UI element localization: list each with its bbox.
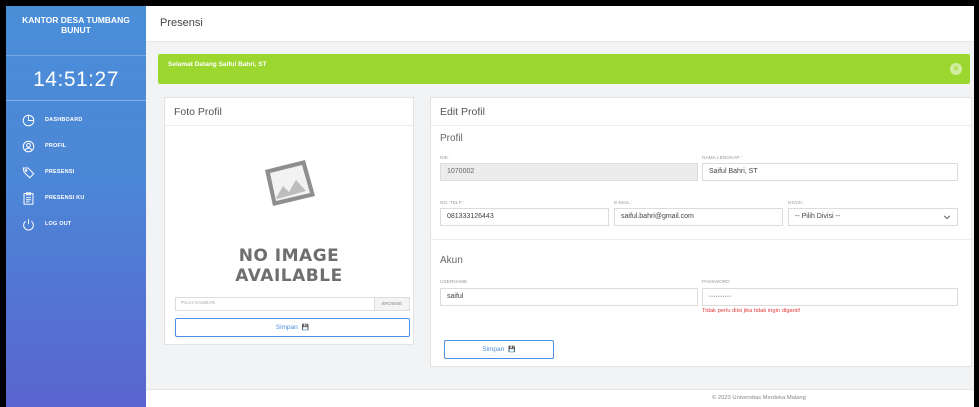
welcome-alert: Selamat Datang Saiful Bahri, ST × — [158, 54, 970, 84]
user-icon — [22, 140, 35, 153]
footer: © 2023 Universitas Merdeka Malang — [146, 389, 974, 407]
sidebar-item-label: PROFIL — [45, 143, 67, 149]
tag-icon — [22, 166, 35, 179]
telp-label: NO. TELP : — [440, 201, 465, 206]
email-field[interactable]: saiful.bahri@gmail.com — [614, 208, 783, 226]
photo-card: Foto Profil NO IMAGE AVAILABLE PILIH GAM… — [164, 97, 414, 345]
no-image-text: NO IMAGE — [238, 246, 340, 266]
sidebar-item-dashboard[interactable]: DASHBOARD — [6, 107, 146, 133]
nama-label: NAMA LENGKAP : — [702, 156, 743, 161]
image-icon — [265, 157, 315, 206]
save-photo-label: Simpan — [275, 324, 298, 331]
edit-card-title: Edit Profil — [431, 98, 971, 126]
chevron-down-icon — [943, 215, 951, 220]
browse-button[interactable]: BROWSE — [374, 298, 409, 310]
sidebar-item-logout[interactable]: LOG OUT — [6, 211, 146, 237]
divisi-selected: -- Pilih Divisi -- — [795, 213, 841, 220]
pie-chart-icon — [22, 114, 35, 127]
nama-field[interactable]: Saiful Bahri, ST — [702, 163, 958, 181]
save-profile-button[interactable]: Simpan 💾 — [444, 340, 554, 359]
close-icon[interactable]: × — [950, 63, 962, 75]
brand-line-1: KANTOR DESA TUMBANG — [22, 15, 130, 25]
profil-heading: Profil — [440, 133, 463, 144]
divisi-label: DIVISI : — [788, 201, 805, 206]
photo-card-title: Foto Profil — [165, 98, 413, 126]
app-window: KANTOR DESA TUMBANG BUNUT 14:51:27 DASHB… — [6, 6, 974, 407]
password-hint: Tidak perlu diisi jika tidak ingin digan… — [702, 308, 801, 314]
footer-copyright: © 2023 Universitas Merdeka Malang — [712, 395, 806, 401]
alert-message: Selamat Datang Saiful Bahri, ST — [168, 61, 267, 68]
sidebar-item-label: DASHBOARD — [45, 117, 83, 123]
save-profile-label: Simpan — [482, 346, 505, 353]
file-picker[interactable]: PILIH GAMBAR BROWSE — [175, 297, 410, 311]
telp-field[interactable]: 081333126443 — [440, 208, 609, 226]
sidebar-item-profil[interactable]: PROFIL — [6, 133, 146, 159]
floppy-icon: 💾 — [508, 347, 516, 353]
page-title: Presensi — [160, 17, 203, 29]
password-label: PASSWORD — [702, 280, 730, 285]
sidebar-divider — [6, 100, 146, 101]
divisi-select[interactable]: -- Pilih Divisi -- — [788, 208, 958, 226]
section-divider — [431, 239, 971, 240]
sidebar-item-label: PRESENSI — [45, 169, 75, 175]
power-icon — [22, 218, 35, 231]
sidebar: KANTOR DESA TUMBANG BUNUT 14:51:27 DASHB… — [6, 6, 146, 407]
clipboard-icon — [22, 191, 35, 205]
main-content: Selamat Datang Saiful Bahri, ST × Foto P… — [146, 42, 974, 407]
top-bar: Presensi — [146, 6, 974, 42]
floppy-icon: 💾 — [301, 325, 310, 331]
sidebar-brand: KANTOR DESA TUMBANG BUNUT — [6, 6, 146, 56]
email-label: E-MAIL : — [614, 201, 633, 206]
edit-profile-card: Edit Profil Profil NIK : 1070002 NAMA LE… — [430, 97, 972, 367]
username-field[interactable]: saiful — [440, 288, 698, 306]
no-image-placeholder: NO IMAGE AVAILABLE — [165, 126, 413, 296]
username-label: USERNAME — [440, 280, 468, 285]
brand-line-2: BUNUT — [61, 25, 91, 35]
file-input[interactable]: PILIH GAMBAR — [176, 298, 374, 310]
sidebar-item-presensi-ku[interactable]: PRESENSI KU — [6, 185, 146, 211]
password-field[interactable]: •••••••••• — [702, 288, 958, 306]
nik-field[interactable]: 1070002 — [440, 163, 698, 181]
clock-display: 14:51:27 — [33, 68, 119, 91]
sidebar-item-presensi[interactable]: PRESENSI — [6, 159, 146, 185]
available-text: AVAILABLE — [235, 266, 343, 286]
akun-heading: Akun — [440, 255, 463, 266]
sidebar-item-label: PRESENSI KU — [45, 195, 85, 201]
nik-label: NIK : — [440, 156, 451, 161]
save-photo-button[interactable]: Simpan 💾 — [175, 318, 410, 337]
sidebar-item-label: LOG OUT — [45, 221, 72, 227]
